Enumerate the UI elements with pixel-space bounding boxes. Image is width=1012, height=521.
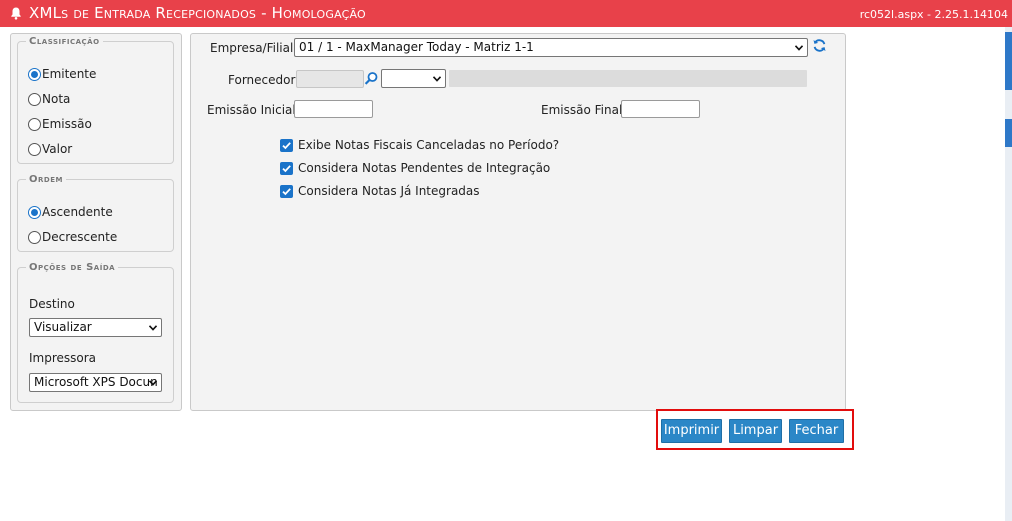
empresa-select[interactable]: 01 / 1 - MaxManager Today - Matriz 1-1 [294, 38, 808, 57]
refresh-icon[interactable] [812, 38, 827, 53]
radio-button[interactable] [28, 117, 41, 131]
radio-label: Decrescente [42, 230, 118, 244]
destino-value: Visualizar [34, 320, 92, 334]
fornecedor-type-select[interactable] [381, 69, 446, 88]
radio-label: Nota [42, 92, 71, 106]
fornecedor-code-input[interactable] [296, 70, 364, 88]
checkmark-icon [282, 141, 291, 149]
checkbox-canceladas[interactable]: Exibe Notas Fiscais Canceladas no Períod… [280, 138, 559, 152]
checkbox-label: Considera Notas Pendentes de Integração [298, 161, 551, 175]
checkbox-checked[interactable] [280, 161, 293, 175]
title-bar: XMLs de Entrada Recepcionados - Homologa… [0, 0, 1012, 27]
radio-button[interactable] [28, 92, 41, 106]
options-panel: Classificação Emitente Nota Emissão Valo… [10, 33, 182, 411]
emissao-inicial-input[interactable] [294, 100, 373, 118]
opcoes-saida-group: Opções de Saída Destino Visualizar Impre… [17, 262, 174, 403]
fornecedor-name-display [449, 70, 807, 87]
classificacao-legend: Classificação [29, 36, 100, 47]
impressora-select[interactable]: Microsoft XPS Docun [29, 373, 162, 392]
radio-ascendente[interactable]: Ascendente [28, 205, 113, 219]
radio-button-checked[interactable] [28, 67, 41, 81]
destino-label: Destino [29, 297, 75, 311]
radio-button[interactable] [28, 142, 41, 156]
emissao-final-input[interactable] [621, 100, 700, 118]
opcoes-saida-legend: Opções de Saída [29, 262, 116, 273]
right-edge-strip [1005, 27, 1012, 521]
radio-emitente[interactable]: Emitente [28, 67, 96, 81]
radio-button[interactable] [28, 230, 41, 244]
checkmark-icon [282, 187, 291, 195]
version-label: rc052l.aspx - 2.25.1.14104 [859, 8, 1008, 21]
checkbox-integradas[interactable]: Considera Notas Já Integradas [280, 184, 480, 198]
checkmark-icon [282, 164, 291, 172]
radio-button-checked[interactable] [28, 205, 41, 219]
imprimir-button[interactable]: Imprimir [661, 419, 722, 443]
radio-label: Emitente [42, 67, 97, 81]
emissao-final-label: Emissão Final: [541, 103, 627, 117]
destino-select[interactable]: Visualizar [29, 318, 162, 337]
checkbox-checked[interactable] [280, 138, 293, 152]
filter-form-panel: Empresa/Filial: 01 / 1 - MaxManager Toda… [190, 33, 846, 411]
page-title: XMLs de Entrada Recepcionados - Homologa… [29, 4, 366, 22]
impressora-value: Microsoft XPS Docun [34, 375, 158, 389]
chevron-down-icon [433, 76, 441, 82]
emissao-inicial-label: Emissão Inicial: [207, 103, 300, 117]
ordem-legend: Ordem [29, 174, 63, 185]
chevron-down-icon [149, 380, 157, 386]
classificacao-group: Classificação Emitente Nota Emissão Valo… [17, 36, 174, 164]
search-icon[interactable] [364, 71, 379, 86]
empresa-value: 01 / 1 - MaxManager Today - Matriz 1-1 [299, 40, 534, 54]
radio-label: Valor [42, 142, 73, 156]
fechar-button[interactable]: Fechar [789, 419, 844, 443]
radio-nota[interactable]: Nota [28, 92, 70, 106]
bell-icon [11, 7, 21, 20]
radio-label: Emissão [42, 117, 92, 131]
radio-emissao[interactable]: Emissão [28, 117, 92, 131]
checkbox-label: Considera Notas Já Integradas [298, 184, 480, 198]
impressora-label: Impressora [29, 351, 97, 365]
checkbox-checked[interactable] [280, 184, 293, 198]
checkbox-pendentes[interactable]: Considera Notas Pendentes de Integração [280, 161, 550, 175]
chevron-down-icon [795, 45, 803, 51]
limpar-button[interactable]: Limpar [729, 419, 782, 443]
checkbox-label: Exibe Notas Fiscais Canceladas no Períod… [298, 138, 560, 152]
empresa-label: Empresa/Filial: [210, 41, 298, 55]
radio-label: Ascendente [42, 205, 113, 219]
chevron-down-icon [149, 325, 157, 331]
right-edge-accent [1005, 119, 1012, 147]
fornecedor-label: Fornecedor: [228, 73, 300, 87]
radio-valor[interactable]: Valor [28, 142, 72, 156]
ordem-group: Ordem Ascendente Decrescente [17, 174, 174, 252]
radio-decrescente[interactable]: Decrescente [28, 230, 117, 244]
right-edge-accent [1005, 32, 1012, 90]
